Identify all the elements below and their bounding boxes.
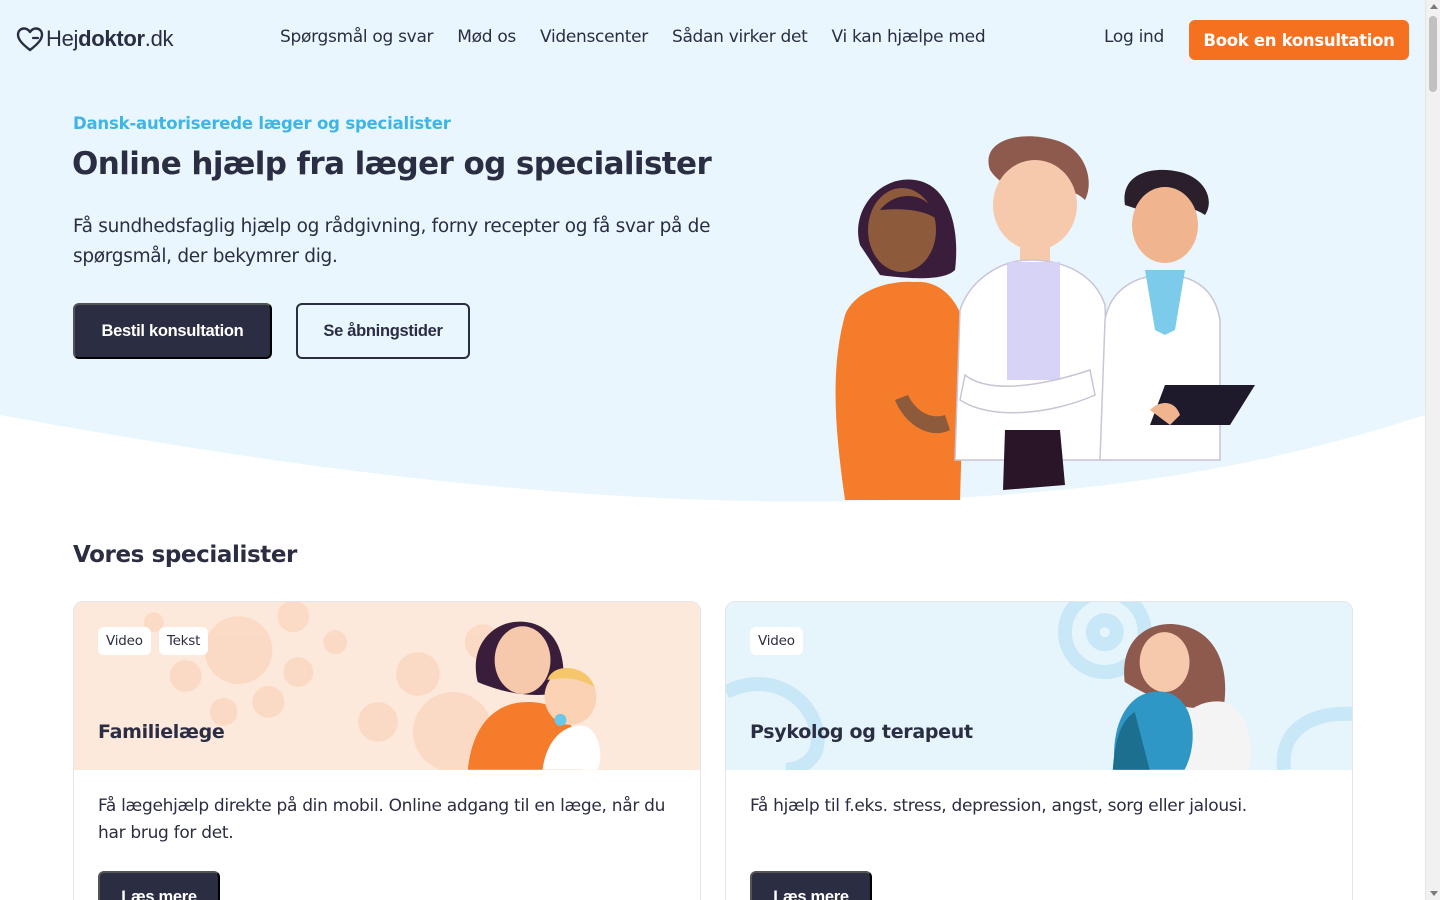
site-header: Hejdoktor.dk Spørgsmål og svar Mød os Vi… [0,0,1425,78]
card-tags: Video Tekst [98,627,209,655]
psychologist-illustration [726,602,1352,770]
card-description: Få lægehjælp direkte på din mobil. Onlin… [98,796,666,843]
nav-item-faq[interactable]: Spørgsmål og svar [280,27,434,47]
nav-item-knowledge-center[interactable]: Videnscenter [540,27,648,47]
logo-text: Hejdoktor.dk [46,26,174,51]
card-description: Få hjælp til f.eks. stress, depression, … [750,796,1247,816]
card-tags: Video [750,627,803,655]
card-image: Video Psykolog og terapeut [726,602,1352,770]
specialist-card-family-doctor[interactable]: Video Tekst Familielæge Få lægehjælp dir… [73,601,701,900]
book-consultation-button[interactable]: Book en konsultation [1189,20,1409,60]
logo[interactable]: Hejdoktor.dk [16,26,174,52]
card-title: Psykolog og terapeut [750,721,973,743]
nav-item-meet-us[interactable]: Mød os [457,27,516,47]
nav-item-we-can-help[interactable]: Vi kan hjælpe med [832,27,986,47]
read-more-button[interactable]: Læs mere [98,871,220,900]
video-tag: Video [750,627,803,655]
scroll-up-icon[interactable] [1430,4,1438,9]
login-link[interactable]: Log ind [1104,27,1164,47]
read-more-button[interactable]: Læs mere [750,871,872,900]
main-nav: Spørgsmål og svar Mød os Videnscenter Så… [280,27,1009,47]
page-scrollbar[interactable] [1425,0,1440,900]
hero-title: Online hjælp fra læger og specialister [72,146,712,182]
scroll-down-icon[interactable] [1430,891,1438,896]
card-title: Familielæge [98,721,225,743]
heart-logo-icon [16,27,44,52]
scrollbar-thumb[interactable] [1429,16,1437,92]
specialists-title: Vores specialister [73,542,297,568]
hero-subtitle: Få sundhedsfaglig hjælp og rådgivning, f… [73,216,711,267]
specialist-card-psychologist[interactable]: Video Psykolog og terapeut Få hjælp til … [725,601,1353,900]
hero-eyebrow: Dansk-autoriserede læger og specialister [73,114,451,133]
opening-hours-button[interactable]: Se åbningstider [296,303,470,359]
card-image: Video Tekst Familielæge [74,602,700,770]
nav-item-how-it-works[interactable]: Sådan virker det [672,27,808,47]
doctors-illustration [835,136,1255,500]
text-tag: Tekst [158,627,209,655]
order-consultation-button[interactable]: Bestil konsultation [73,303,272,359]
video-tag: Video [98,627,151,655]
